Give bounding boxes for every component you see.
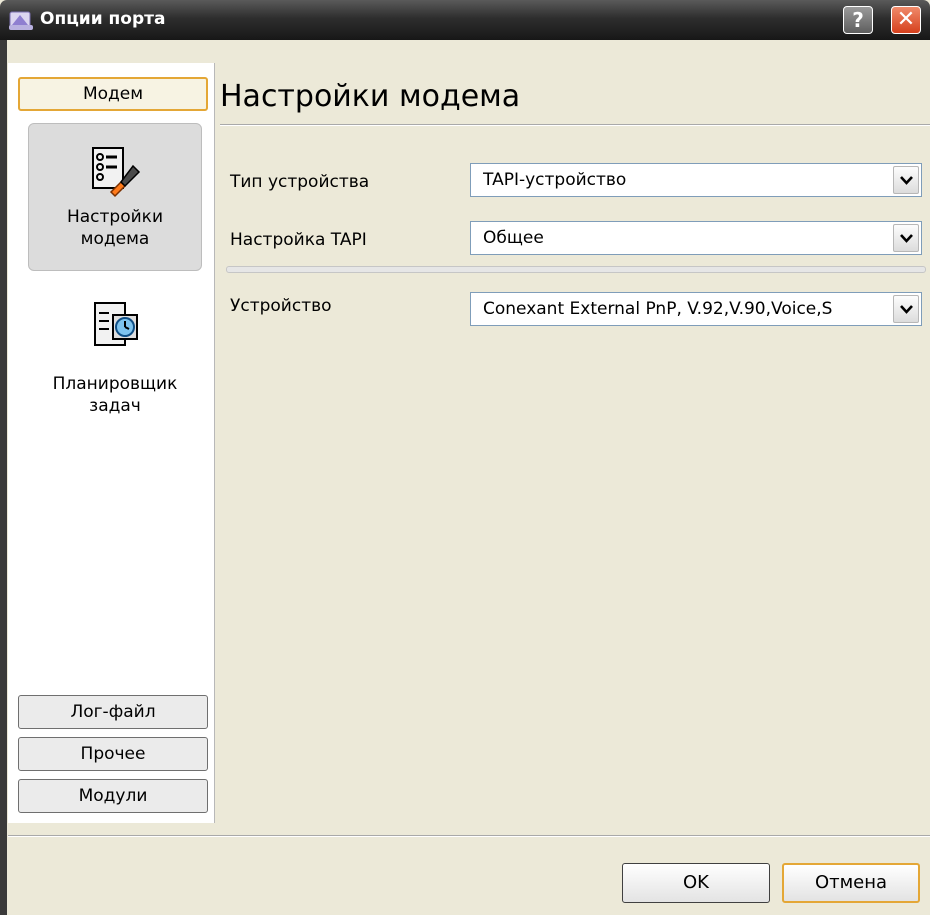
app-icon bbox=[9, 11, 33, 30]
nav-modem-button[interactable]: Модем bbox=[18, 77, 208, 111]
title-bar[interactable]: Опции порта ? ✕ bbox=[0, 0, 930, 40]
tapi-setting-select[interactable]: Общее bbox=[470, 221, 922, 255]
chevron-down-icon bbox=[900, 305, 913, 314]
device-select[interactable]: Conexant External PnP, V.92,V.90,Voice,S bbox=[470, 292, 922, 326]
port-options-dialog: Опции порта ? ✕ Модем Настройки модема П… bbox=[0, 0, 930, 915]
nav-other-button[interactable]: Прочее bbox=[18, 737, 208, 771]
nav-item-label: задач bbox=[89, 396, 141, 416]
dropdown-button[interactable] bbox=[893, 224, 919, 252]
ok-button[interactable]: OK bbox=[622, 863, 770, 903]
group-separator bbox=[226, 266, 926, 273]
nav-logfile-button[interactable]: Лог-файл bbox=[18, 695, 208, 729]
modem-settings-icon bbox=[92, 147, 141, 198]
dropdown-button[interactable] bbox=[893, 166, 919, 194]
nav-panel: Модем Настройки модема Планировщик задач… bbox=[8, 63, 215, 823]
chevron-down-icon bbox=[900, 234, 913, 243]
nav-item-label: Настройки bbox=[66, 207, 163, 227]
page-title: Настройки модема bbox=[220, 79, 521, 114]
dropdown-button[interactable] bbox=[893, 295, 919, 323]
device-type-select[interactable]: TAPI-устройство bbox=[470, 163, 922, 197]
nav-item-task-scheduler[interactable]: Планировщик задач bbox=[28, 295, 202, 435]
nav-item-modem-settings[interactable]: Настройки модема bbox=[28, 123, 202, 271]
nav-item-label: модема bbox=[80, 229, 150, 249]
heading-divider bbox=[220, 124, 930, 126]
chevron-down-icon bbox=[900, 176, 913, 185]
task-scheduler-icon bbox=[94, 302, 138, 346]
nav-item-label: Планировщик bbox=[52, 374, 178, 394]
close-button[interactable]: ✕ bbox=[891, 6, 921, 34]
help-button[interactable]: ? bbox=[843, 6, 873, 34]
tapi-setting-label: Настройка TAPI bbox=[230, 230, 367, 250]
tapi-setting-value: Общее bbox=[483, 228, 544, 248]
device-label: Устройство bbox=[230, 296, 332, 316]
window-title: Опции порта bbox=[40, 9, 166, 29]
footer-divider bbox=[8, 835, 930, 837]
window-frame-left bbox=[0, 40, 7, 915]
device-type-value: TAPI-устройство bbox=[483, 170, 627, 190]
cancel-button[interactable]: Отмена bbox=[782, 863, 920, 903]
device-value: Conexant External PnP, V.92,V.90,Voice,S bbox=[483, 299, 833, 319]
device-type-label: Тип устройства bbox=[230, 172, 370, 192]
nav-modules-button[interactable]: Модули bbox=[18, 779, 208, 813]
